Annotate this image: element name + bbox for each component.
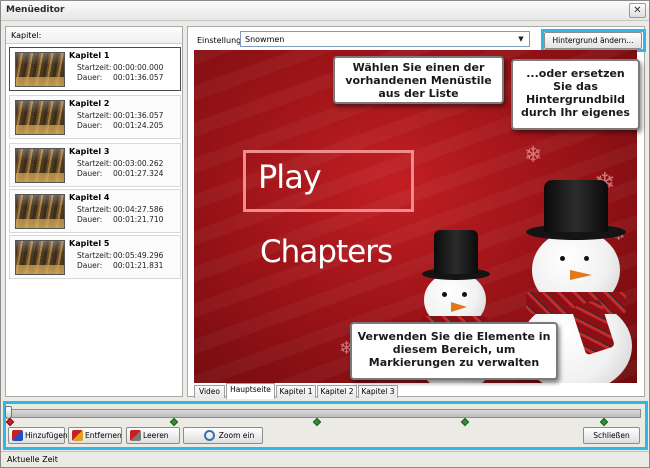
add-marker-button[interactable]: Hinzufügen	[8, 427, 68, 444]
style-setting-label: Einstellung	[197, 36, 242, 45]
timeline-track[interactable]	[8, 409, 641, 418]
start-label: Startzeit:	[77, 251, 112, 260]
clear-markers-icon	[130, 430, 141, 441]
chapter-thumbnail	[15, 240, 65, 275]
zoom-in-button[interactable]: Zoom ein	[183, 427, 263, 444]
callout-style-list-text: Wählen Sie einen der vorhandenen Menüsti…	[345, 61, 492, 100]
chapter-item[interactable]: Kapitel 2 Startzeit: 00:01:36.057 Dauer: 0…	[9, 95, 181, 139]
tab-video[interactable]: Video	[194, 385, 225, 398]
chapter-thumbnail	[15, 194, 65, 229]
chapter-item[interactable]: Kapitel 4 Startzeit: 00:04:27.586 Dauer: 0…	[9, 189, 181, 233]
chapters-menu-item[interactable]: Chapters	[260, 234, 393, 270]
chapter-duration: 00:01:36.057	[113, 73, 164, 82]
tab-chapter-1[interactable]: Kapitel 1	[276, 385, 316, 398]
duration-label: Dauer:	[77, 261, 103, 270]
chapter-start: 00:00:00.000	[113, 63, 164, 72]
chapter-name: Kapitel 3	[69, 147, 110, 156]
chapter-name: Kapitel 4	[69, 193, 110, 202]
callout-background-text: ...oder ersetzen Sie das Hintergrundbild…	[521, 67, 630, 119]
chapter-name: Kapitel 1	[69, 51, 110, 60]
remove-marker-label: Entfernen	[85, 431, 122, 440]
chapter-duration: 00:01:27.324	[113, 169, 164, 178]
chapter-duration: 00:01:21.831	[113, 261, 164, 270]
chapter-thumbnail	[15, 52, 65, 87]
chapter-start: 00:01:36.057	[113, 111, 164, 120]
chapter-name: Kapitel 2	[69, 99, 110, 108]
menu-style-value: Snowmen	[245, 35, 285, 44]
chapter-start: 00:03:00.262	[113, 159, 164, 168]
tab-chapter-2[interactable]: Kapitel 2	[317, 385, 357, 398]
chapters-panel: Kapitel: Kapitel 1 Startzeit: 00:00:00.00…	[5, 26, 183, 397]
duration-label: Dauer:	[77, 215, 103, 224]
duration-label: Dauer:	[77, 169, 103, 178]
callout-markers: Verwenden Sie die Elemente in diesem Ber…	[350, 322, 558, 380]
callout-markers-text: Verwenden Sie die Elemente in diesem Ber…	[357, 330, 551, 369]
chapter-start: 00:05:49.296	[113, 251, 164, 260]
timeline-slider-knob[interactable]	[5, 406, 12, 419]
chapters-header: Kapitel:	[6, 27, 182, 44]
tab-main-page[interactable]: Hauptseite	[226, 383, 275, 399]
chapter-name: Kapitel 5	[69, 239, 110, 248]
start-label: Startzeit:	[77, 63, 112, 72]
window-title: Menüeditor	[6, 5, 65, 15]
change-background-button[interactable]: Hintergrund ändern...	[544, 32, 642, 49]
duration-label: Dauer:	[77, 73, 103, 82]
clear-markers-button[interactable]: Leeren	[126, 427, 180, 444]
start-label: Startzeit:	[77, 159, 112, 168]
chapter-thumbnail	[15, 148, 65, 183]
clear-markers-label: Leeren	[143, 431, 169, 440]
remove-marker-icon	[72, 430, 83, 441]
chapter-item[interactable]: Kapitel 5 Startzeit: 00:05:49.296 Dauer: 0…	[9, 235, 181, 279]
remove-marker-button[interactable]: Entfernen	[68, 427, 122, 444]
chapter-duration: 00:01:21.710	[113, 215, 164, 224]
callout-style-list: Wählen Sie einen der vorhandenen Menüsti…	[333, 56, 504, 104]
chapter-duration: 00:01:24.205	[113, 121, 164, 130]
start-label: Startzeit:	[77, 205, 112, 214]
status-text: Aktuelle Zeit	[7, 455, 58, 464]
chapter-thumbnail	[15, 100, 65, 135]
title-bar: Menüeditor ✕	[1, 1, 649, 21]
play-menu-item[interactable]: Play	[258, 158, 322, 196]
chapter-item[interactable]: Kapitel 3 Startzeit: 00:03:00.262 Dauer: 0…	[9, 143, 181, 187]
tab-chapter-3[interactable]: Kapitel 3	[358, 385, 398, 398]
close-button[interactable]: Schließen	[583, 427, 640, 444]
zoom-in-icon	[204, 430, 215, 441]
duration-label: Dauer:	[77, 121, 103, 130]
chevron-down-icon[interactable]: ▼	[515, 33, 527, 45]
add-marker-icon	[12, 430, 23, 441]
chapter-item[interactable]: Kapitel 1 Startzeit: 00:00:00.000 Dauer: 0…	[9, 47, 181, 91]
snowflake-icon: ❄	[524, 143, 543, 168]
chapter-start: 00:04:27.586	[113, 205, 164, 214]
menu-style-select[interactable]: Snowmen ▼	[240, 31, 530, 47]
add-marker-label: Hinzufügen	[25, 431, 68, 440]
status-bar: Aktuelle Zeit	[1, 451, 649, 467]
callout-background: ...oder ersetzen Sie das Hintergrundbild…	[511, 59, 640, 130]
close-icon[interactable]: ✕	[629, 3, 646, 18]
start-label: Startzeit:	[77, 111, 112, 120]
